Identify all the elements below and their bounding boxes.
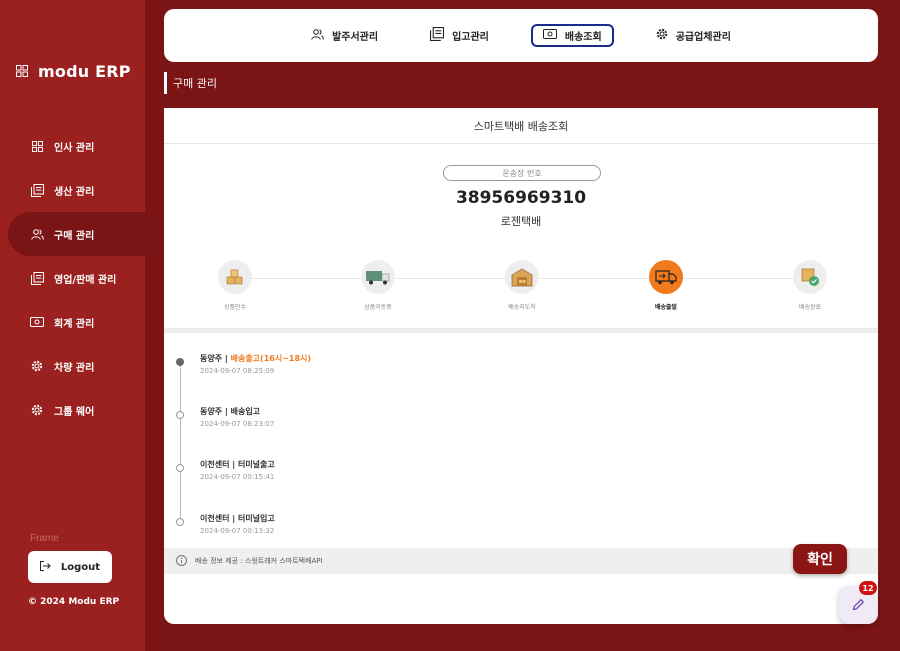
sidebar-item-groupware[interactable]: 그룹 웨어 <box>0 388 145 432</box>
sidebar-item-vehicle[interactable]: 차량 관리 <box>0 344 145 388</box>
timeline-dot <box>176 518 184 526</box>
sidebar-item-label: 그룹 웨어 <box>54 406 95 418</box>
timeline-title: 이천센터 | 터미널출고 <box>200 460 275 469</box>
timeline-title: 동양주 | 배송입고 <box>200 407 261 416</box>
provider-note: 배송 정보 제공 : 스윗트래커 스마트택배API <box>164 548 878 574</box>
users-icon <box>311 28 324 43</box>
step-label: 배송완료 <box>798 304 822 311</box>
sidebar-nav: 인사 관리 생산 관리 구매 관리 영업/판매 관리 회계 관리 차량 관리 그… <box>0 124 145 432</box>
breadcrumb: 구매 관리 <box>164 72 217 94</box>
brand-name: modu ERP <box>38 62 131 81</box>
document-stack-icon <box>430 27 445 44</box>
tab-label: 배송조회 <box>564 32 602 43</box>
tab-supplier[interactable]: 공급업체관리 <box>646 25 741 46</box>
gear-icon <box>656 28 668 43</box>
money-icon <box>542 29 557 42</box>
logout-label: Logout <box>60 561 101 573</box>
step-delivered: 배송완료 <box>770 260 850 311</box>
sidebar-item-label: 인사 관리 <box>54 142 95 154</box>
timeline-dot <box>176 411 184 419</box>
info-icon <box>176 554 187 568</box>
warehouse-icon <box>505 260 539 294</box>
tab-label: 공급업체관리 <box>675 32 731 43</box>
timeline-time: 2024-09-07 00:15:41 <box>200 473 275 481</box>
notification-badge: 12 <box>859 581 877 595</box>
timeline-dot <box>176 358 184 366</box>
timeline-title: 동양주 | 배송출고(16시~18시) <box>200 354 312 363</box>
gear-icon <box>30 359 44 373</box>
step-label: 배송지도착 <box>508 304 536 311</box>
money-icon <box>30 315 44 329</box>
tab-receiving[interactable]: 입고관리 <box>420 24 499 47</box>
document-stack-icon <box>30 271 44 285</box>
grid-icon <box>30 139 44 153</box>
timeline-time: 2024-09-07 08:25:09 <box>200 367 275 375</box>
timeline-line <box>180 360 181 524</box>
tracking-number: 38956969310 <box>455 188 587 208</box>
pencil-icon <box>852 596 865 615</box>
timeline-dot <box>176 464 184 472</box>
copyright: © 2024 Modu ERP <box>28 597 120 607</box>
logout-button[interactable]: Logout <box>28 551 112 583</box>
step-label: 상품이동중 <box>364 304 392 311</box>
sidebar-item-label: 영업/판매 관리 <box>54 274 117 286</box>
timeline-time: 2024-09-07 00:13:32 <box>200 527 275 535</box>
frame-label: Frame <box>30 533 59 544</box>
grid-icon <box>16 62 28 81</box>
top-tab-bar: 발주서관리 입고관리 배송조회 공급업체관리 <box>164 9 878 62</box>
carrier-name: 로젠택배 <box>500 215 542 228</box>
sidebar-item-label: 차량 관리 <box>54 362 95 374</box>
step-out-for-delivery: 배송출발 <box>626 260 706 311</box>
logout-icon <box>39 560 51 574</box>
box-check-icon <box>793 260 827 294</box>
sidebar-item-label: 구매 관리 <box>54 230 95 242</box>
sidebar-item-hr[interactable]: 인사 관리 <box>0 124 145 168</box>
section-divider <box>164 328 878 333</box>
tab-label: 입고관리 <box>452 32 489 43</box>
timeline-title: 이천센터 | 터미널입고 <box>200 514 275 523</box>
step-label: 상품인수 <box>223 304 247 311</box>
tab-purchase-order[interactable]: 발주서관리 <box>301 25 388 46</box>
provider-note-text: 배송 정보 제공 : 스윗트래커 스마트택배API <box>195 557 323 565</box>
sidebar-item-label: 회계 관리 <box>54 318 95 330</box>
delivery-truck-icon <box>649 260 683 294</box>
step-arrived: 배송지도착 <box>482 260 562 311</box>
sidebar-item-accounting[interactable]: 회계 관리 <box>0 300 145 344</box>
truck-icon <box>361 260 395 294</box>
card-title: 스마트택배 배송조회 <box>164 108 878 144</box>
tab-delivery-tracking[interactable]: 배송조회 <box>530 24 614 47</box>
step-in-transit: 상품이동중 <box>338 260 418 311</box>
sidebar: modu ERP 인사 관리 생산 관리 구매 관리 영업/판매 관리 회계 관… <box>0 0 145 651</box>
confirm-button[interactable]: 확인 <box>793 544 847 574</box>
sidebar-item-purchase[interactable]: 구매 관리 <box>8 212 145 256</box>
tracking-number-label: 운송장 번호 <box>443 165 601 181</box>
boxes-icon <box>218 260 252 294</box>
document-stack-icon <box>30 183 44 197</box>
sidebar-item-sales[interactable]: 영업/판매 관리 <box>0 256 145 300</box>
step-label: 배송출발 <box>654 304 678 311</box>
gear-icon <box>30 403 44 417</box>
sidebar-item-label: 생산 관리 <box>54 186 95 198</box>
timeline-time: 2024-09-07 08:23:07 <box>200 420 275 428</box>
brand-logo[interactable]: modu ERP <box>16 62 131 81</box>
delivery-tracking-card: 스마트택배 배송조회 운송장 번호 38956969310 로젠택배 상품인수 … <box>164 108 878 624</box>
users-icon <box>30 227 44 241</box>
tab-label: 발주서관리 <box>332 32 379 43</box>
sidebar-item-production[interactable]: 생산 관리 <box>0 168 145 212</box>
step-received: 상품인수 <box>195 260 275 311</box>
